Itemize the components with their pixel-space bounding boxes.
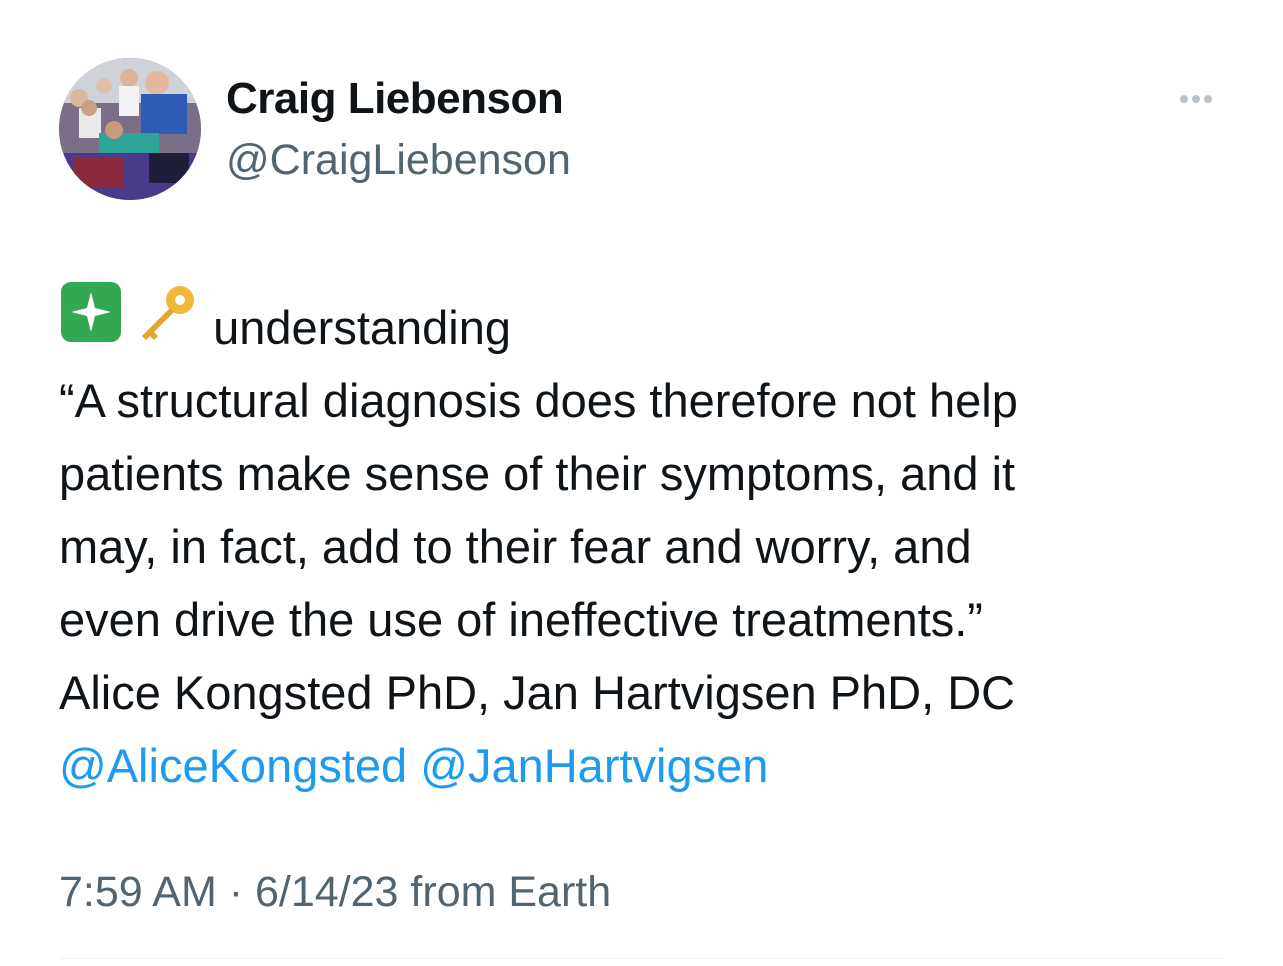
key-icon (136, 280, 200, 344)
tweet-first-line: understanding (59, 280, 1239, 364)
tweet-line: may, in fact, add to their fear and worr… (59, 520, 972, 573)
avatar[interactable] (59, 58, 201, 200)
mention-link[interactable]: @AliceKongsted (59, 739, 407, 792)
tweet-line: patients make sense of their symptoms, a… (59, 447, 1016, 500)
tweet-line: even drive the use of ineffective treatm… (59, 593, 983, 646)
display-name[interactable]: Craig Liebenson (226, 74, 564, 124)
tweet-line: “A structural diagnosis does therefore n… (59, 374, 1018, 427)
avatar-photo (59, 58, 201, 200)
mentions-line: @AliceKongsted @JanHartvigsen (59, 729, 1239, 802)
tweet-source: from Earth (410, 868, 612, 916)
meta-separator: · (228, 868, 244, 916)
tweet-lead-text: understanding (213, 301, 512, 354)
tweet-date[interactable]: 6/14/23 (255, 868, 398, 916)
more-dot-icon (1192, 95, 1200, 103)
sparkles-icon (59, 280, 123, 344)
tweet-line: Alice Kongsted PhD, Jan Hartvigsen PhD, … (59, 666, 1016, 719)
more-dot-icon (1204, 95, 1212, 103)
tweet-time[interactable]: 7:59 AM (59, 868, 217, 916)
more-dot-icon (1180, 95, 1188, 103)
tweet-meta: 7:59 AM · 6/14/23 from Earth (59, 868, 611, 917)
mention-link[interactable]: @JanHartvigsen (420, 739, 768, 792)
divider (59, 958, 1224, 959)
tweet-text: understanding “A structural diagnosis do… (59, 280, 1239, 802)
more-options-button[interactable] (1168, 84, 1224, 114)
handle[interactable]: @CraigLiebenson (226, 136, 571, 185)
